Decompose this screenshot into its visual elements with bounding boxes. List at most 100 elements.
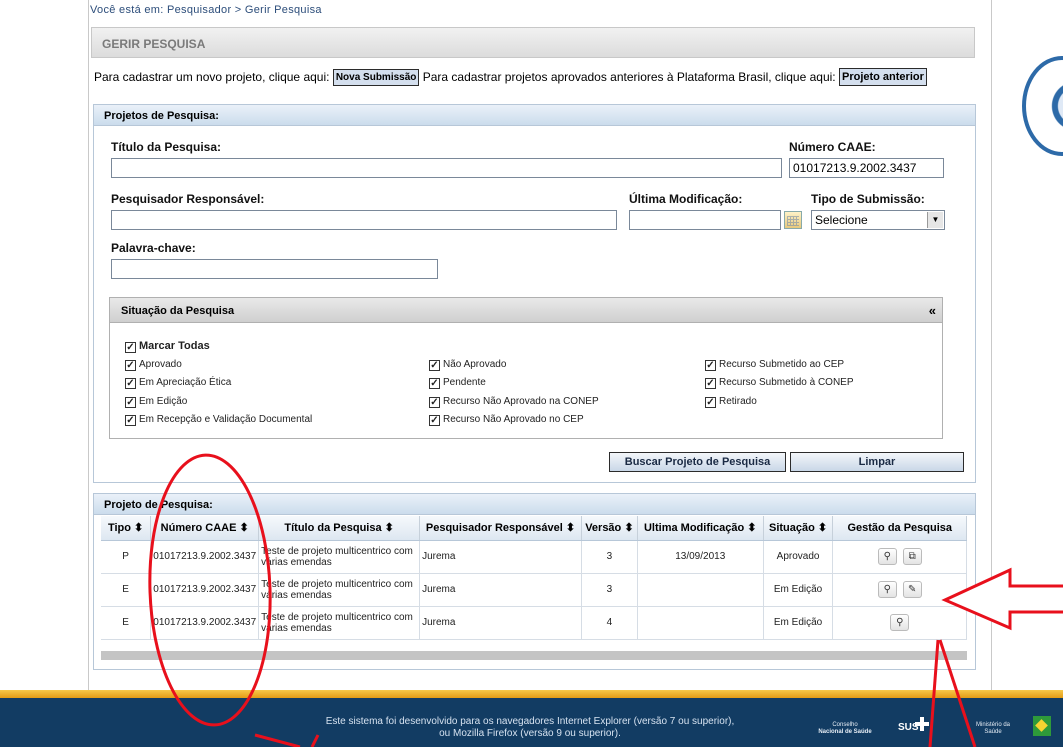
cell-tipo: P bbox=[101, 540, 152, 574]
situacao-header: Situação da Pesquisa « bbox=[110, 298, 942, 323]
checkbox-icon: ✓ bbox=[705, 360, 716, 371]
cns-logo: Conselho Nacional de Saúde bbox=[818, 722, 872, 735]
table-row: P 01017213.9.2002.3437 Teste de projeto … bbox=[101, 540, 967, 574]
cell-caae: 01017213.9.2002.3437 bbox=[150, 573, 260, 607]
cell-titulo: Teste de projeto multicentrico com vária… bbox=[258, 606, 421, 640]
checkbox-aprovado[interactable]: ✓ Aprovado bbox=[125, 359, 182, 371]
cell-modificacao: 13/09/2013 bbox=[637, 540, 764, 574]
search-panel-header: Projetos de Pesquisa: bbox=[94, 105, 975, 126]
column-header-caae[interactable]: Número CAAE ⬍ bbox=[150, 516, 260, 541]
brazil-flag-icon bbox=[1033, 716, 1051, 736]
checkbox-recurso-submetido-conep[interactable]: ✓ Recurso Submetido à CONEP bbox=[705, 377, 854, 389]
cell-tipo: E bbox=[101, 573, 152, 607]
new-submission-button[interactable]: Nova Submissão bbox=[332, 68, 420, 86]
pesquisador-input[interactable] bbox=[111, 210, 617, 230]
limpar-button[interactable]: Limpar bbox=[790, 452, 964, 472]
modificacao-input[interactable] bbox=[629, 210, 781, 230]
checkbox-recurso-submetido-cep[interactable]: ✓ Recurso Submetido ao CEP bbox=[705, 359, 844, 371]
cell-situacao: Em Edição bbox=[763, 606, 834, 640]
table-header-row: Tipo ⬍ Número CAAE ⬍ Título da Pesquisa … bbox=[101, 516, 967, 541]
cell-modificacao bbox=[637, 606, 764, 640]
table-row: E 01017213.9.2002.3437 Teste de projeto … bbox=[101, 573, 967, 607]
cell-gestao: ⚲ bbox=[832, 606, 967, 640]
column-header-titulo[interactable]: Título da Pesquisa ⬍ bbox=[258, 516, 421, 541]
column-header-pesquisador[interactable]: Pesquisador Responsável ⬍ bbox=[419, 516, 582, 541]
cell-pesquisador: Jurema bbox=[419, 606, 582, 640]
cell-situacao: Em Edição bbox=[763, 573, 834, 607]
chevron-down-icon[interactable]: ▼ bbox=[927, 212, 943, 228]
checkbox-icon: ✓ bbox=[429, 378, 440, 389]
cell-titulo: Teste de projeto multicentrico com vária… bbox=[258, 573, 421, 607]
cell-caae: 01017213.9.2002.3437 bbox=[150, 606, 260, 640]
seal-logo bbox=[1022, 56, 1063, 156]
checkbox-retirado[interactable]: ✓ Retirado bbox=[705, 396, 757, 408]
situacao-title: Situação da Pesquisa bbox=[121, 305, 235, 317]
column-header-situacao[interactable]: Situação ⬍ bbox=[763, 516, 834, 541]
cell-versao: 4 bbox=[581, 606, 638, 640]
checkbox-recurso-nao-aprovado-conep[interactable]: ✓ Recurso Não Aprovado na CONEP bbox=[429, 396, 599, 408]
new-project-text: Para cadastrar um novo projeto, clique a… bbox=[94, 70, 330, 84]
tipo-label: Tipo de Submissão: bbox=[811, 192, 925, 206]
cell-versao: 3 bbox=[581, 540, 638, 574]
cell-titulo: Teste de projeto multicentrico com vária… bbox=[258, 540, 421, 574]
table-row: E 01017213.9.2002.3437 Teste de projeto … bbox=[101, 606, 967, 640]
sus-cross-icon bbox=[915, 717, 929, 731]
titulo-input[interactable] bbox=[111, 158, 782, 178]
breadcrumb: Você está em: Pesquisador > Gerir Pesqui… bbox=[90, 4, 322, 16]
checkbox-em-edicao[interactable]: ✓ Em Edição bbox=[125, 396, 187, 408]
checkbox-icon: ✓ bbox=[125, 342, 136, 353]
palavra-input[interactable] bbox=[111, 259, 438, 279]
column-header-modificacao[interactable]: Ultima Modificação ⬍ bbox=[637, 516, 764, 541]
checkbox-icon: ✓ bbox=[429, 415, 440, 426]
cell-caae: 01017213.9.2002.3437 bbox=[150, 540, 260, 574]
previous-project-button[interactable]: Projeto anterior bbox=[838, 68, 927, 86]
caae-input[interactable] bbox=[789, 158, 944, 178]
checkbox-icon: ✓ bbox=[125, 378, 136, 389]
view-icon[interactable]: ⚲ bbox=[877, 548, 897, 565]
view-icon[interactable]: ⚲ bbox=[877, 581, 897, 598]
tipo-select[interactable]: Selecione ▼ bbox=[811, 210, 945, 230]
page-title: GERIR PESQUISA bbox=[91, 27, 975, 58]
results-table: Tipo ⬍ Número CAAE ⬍ Título da Pesquisa … bbox=[101, 516, 967, 640]
column-header-tipo[interactable]: Tipo ⬍ bbox=[101, 516, 152, 541]
checkbox-icon: ✓ bbox=[429, 397, 440, 408]
submission-row: Para cadastrar um novo projeto, clique a… bbox=[94, 68, 974, 92]
edit-icon[interactable]: ✎ bbox=[902, 581, 922, 598]
checkbox-icon: ✓ bbox=[125, 415, 136, 426]
checkbox-em-apreciacao[interactable]: ✓ Em Apreciação Ética bbox=[125, 377, 231, 389]
tipo-selected-value: Selecione bbox=[815, 213, 868, 227]
footer-browser-notice: Este sistema foi desenvolvido para os na… bbox=[325, 716, 735, 739]
checkbox-icon: ✓ bbox=[705, 397, 716, 408]
checkbox-icon: ✓ bbox=[125, 360, 136, 371]
checkbox-icon: ✓ bbox=[429, 360, 440, 371]
cell-modificacao bbox=[637, 573, 764, 607]
cell-pesquisador: Jurema bbox=[419, 540, 582, 574]
titulo-label: Título da Pesquisa: bbox=[111, 140, 222, 154]
checkbox-marcar-todas[interactable]: ✓ Marcar Todas bbox=[125, 340, 210, 353]
cell-tipo: E bbox=[101, 606, 152, 640]
results-panel-header: Projeto de Pesquisa: bbox=[94, 494, 975, 515]
checkbox-pendente[interactable]: ✓ Pendente bbox=[429, 377, 486, 389]
buscar-button[interactable]: Buscar Projeto de Pesquisa bbox=[609, 452, 786, 472]
calendar-icon[interactable] bbox=[784, 211, 802, 229]
checkbox-nao-aprovado[interactable]: ✓ Não Aprovado bbox=[429, 359, 506, 371]
collapse-icon[interactable]: « bbox=[929, 303, 936, 318]
table-footer-bar bbox=[101, 651, 967, 660]
pesquisador-label: Pesquisador Responsável: bbox=[111, 192, 265, 206]
panel-border bbox=[991, 0, 992, 690]
left-gutter bbox=[0, 0, 88, 690]
previous-project-text: Para cadastrar projetos aprovados anteri… bbox=[422, 70, 836, 84]
caae-label: Número CAAE: bbox=[789, 140, 876, 154]
open-external-icon[interactable]: ⧉ bbox=[902, 548, 922, 565]
footer-accent-bar bbox=[0, 690, 1063, 698]
checkbox-recurso-nao-aprovado-cep[interactable]: ✓ Recurso Não Aprovado no CEP bbox=[429, 414, 584, 426]
view-icon[interactable]: ⚲ bbox=[890, 614, 910, 631]
checkbox-icon: ✓ bbox=[125, 397, 136, 408]
column-header-versao[interactable]: Versão ⬍ bbox=[581, 516, 638, 541]
cell-pesquisador: Jurema bbox=[419, 573, 582, 607]
checkbox-em-recepcao[interactable]: ✓ Em Recepção e Validação Documental bbox=[125, 414, 312, 426]
modificacao-label: Última Modificação: bbox=[629, 192, 743, 206]
cell-gestao: ⚲ ✎ bbox=[832, 573, 967, 607]
checkbox-icon: ✓ bbox=[705, 378, 716, 389]
ministerio-logo: Ministério da Saúde bbox=[975, 722, 1010, 735]
